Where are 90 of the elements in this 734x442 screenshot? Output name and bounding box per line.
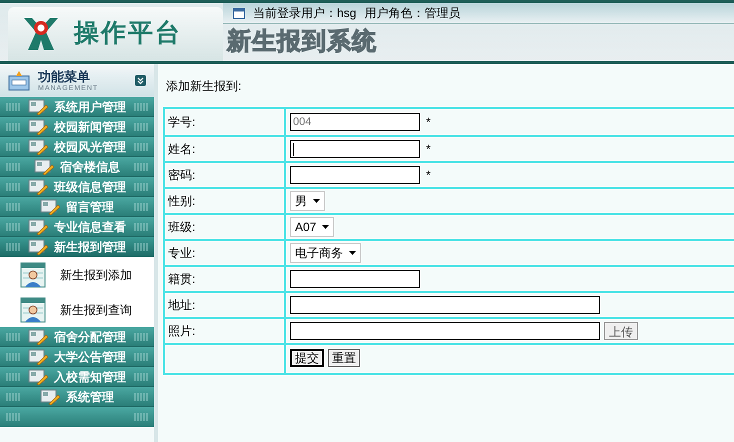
upload-button[interactable]: 上传 bbox=[604, 322, 638, 340]
text-field[interactable] bbox=[290, 166, 420, 184]
grip-icon bbox=[134, 392, 148, 400]
select-dropdown[interactable]: 男 bbox=[290, 191, 325, 211]
menu-item[interactable]: 系统管理 bbox=[0, 387, 154, 407]
caret-icon bbox=[322, 225, 330, 229]
grip-icon bbox=[134, 332, 148, 340]
text-field[interactable] bbox=[290, 296, 600, 314]
required-mark: * bbox=[426, 167, 431, 184]
select-dropdown[interactable]: 电子商务 bbox=[290, 243, 361, 263]
grip-icon bbox=[6, 413, 20, 421]
field-label: 专业: bbox=[168, 245, 196, 262]
grip-icon bbox=[134, 372, 148, 380]
grip-icon bbox=[6, 222, 20, 230]
grip-icon bbox=[134, 162, 148, 170]
grip-icon bbox=[6, 102, 20, 110]
card-pencil-icon bbox=[28, 138, 48, 154]
grip-icon bbox=[6, 162, 20, 170]
caret-icon bbox=[313, 199, 320, 203]
window-icon bbox=[233, 8, 245, 18]
menu-item[interactable]: 校园新闻管理 bbox=[0, 117, 154, 137]
menu-title: 功能菜单 bbox=[38, 70, 91, 82]
menu-item[interactable]: 宿舍楼信息 bbox=[0, 157, 154, 177]
current-user: 当前登录用户：hsg bbox=[253, 5, 356, 22]
field-label: 照片: bbox=[168, 323, 196, 340]
card-pencil-icon bbox=[34, 158, 54, 174]
required-mark: * bbox=[426, 141, 431, 158]
grip-icon bbox=[6, 332, 20, 340]
grip-icon bbox=[134, 182, 148, 190]
menu-item[interactable]: 专业信息查看 bbox=[0, 217, 154, 237]
card-pencil-icon bbox=[28, 178, 48, 194]
grip-icon bbox=[134, 352, 148, 360]
submit-button[interactable]: 提交 bbox=[290, 349, 324, 367]
card-pencil-icon bbox=[28, 98, 48, 114]
menu-item[interactable]: 宿舍分配管理 bbox=[0, 327, 154, 347]
card-pencil-icon bbox=[28, 368, 48, 384]
grip-icon bbox=[6, 372, 20, 380]
field-label: 姓名: bbox=[168, 141, 196, 158]
reset-button[interactable]: 重置 bbox=[328, 349, 360, 367]
field-label: 班级: bbox=[168, 219, 196, 236]
system-title: 新生报到系统 bbox=[227, 27, 377, 57]
field-label: 地址: bbox=[168, 297, 196, 314]
brand-title: 操作平台 bbox=[74, 18, 182, 50]
submenu-item[interactable]: 新生报到添加 bbox=[0, 257, 154, 292]
grip-icon bbox=[6, 202, 20, 210]
form-heading: 添加新生报到: bbox=[165, 78, 242, 95]
grip-icon bbox=[134, 242, 148, 250]
grip-icon bbox=[6, 142, 20, 150]
person-form-icon bbox=[20, 296, 46, 322]
select-dropdown[interactable]: A07 bbox=[290, 217, 334, 237]
grip-icon bbox=[134, 222, 148, 230]
menu-item[interactable]: 班级信息管理 bbox=[0, 177, 154, 197]
field-label: 籍贯: bbox=[168, 271, 196, 288]
text-field[interactable]: 004 bbox=[290, 113, 420, 131]
menu-item[interactable]: 新生报到管理 bbox=[0, 237, 154, 257]
card-pencil-icon bbox=[40, 198, 60, 214]
grip-icon bbox=[134, 122, 148, 130]
card-pencil-icon bbox=[28, 348, 48, 364]
menu-item[interactable]: 入校需知管理 bbox=[0, 367, 154, 387]
menu-item[interactable]: 留言管理 bbox=[0, 197, 154, 217]
folder-icon bbox=[8, 70, 30, 92]
grip-icon bbox=[134, 413, 148, 421]
grip-icon bbox=[6, 242, 20, 250]
grip-icon bbox=[134, 102, 148, 110]
submenu-item[interactable]: 新生报到查询 bbox=[0, 292, 154, 327]
grip-icon bbox=[6, 122, 20, 130]
card-pencil-icon bbox=[28, 118, 48, 134]
card-pencil-icon bbox=[28, 238, 48, 254]
collapse-icon[interactable] bbox=[135, 75, 146, 86]
caret-icon bbox=[349, 251, 356, 255]
card-pencil-icon bbox=[40, 388, 60, 404]
required-mark: * bbox=[426, 114, 431, 131]
user-role: 用户角色：管理员 bbox=[364, 5, 460, 22]
grip-icon bbox=[134, 202, 148, 210]
text-field[interactable] bbox=[290, 140, 420, 158]
menu-item[interactable]: 校园风光管理 bbox=[0, 137, 154, 157]
card-pencil-icon bbox=[28, 328, 48, 344]
card-pencil-icon bbox=[28, 218, 48, 234]
field-label: 性别: bbox=[168, 193, 196, 210]
grip-icon bbox=[134, 142, 148, 150]
grip-icon bbox=[6, 392, 20, 400]
text-field[interactable] bbox=[290, 322, 600, 340]
field-label: 学号: bbox=[168, 114, 196, 131]
text-field[interactable] bbox=[290, 270, 420, 288]
menu-item[interactable]: 系统用户管理 bbox=[0, 97, 154, 117]
grip-icon bbox=[6, 182, 20, 190]
person-form-icon bbox=[20, 262, 46, 288]
menu-item[interactable]: 大学公告管理 bbox=[0, 347, 154, 367]
grip-icon bbox=[6, 352, 20, 360]
field-label: 密码: bbox=[168, 167, 196, 184]
